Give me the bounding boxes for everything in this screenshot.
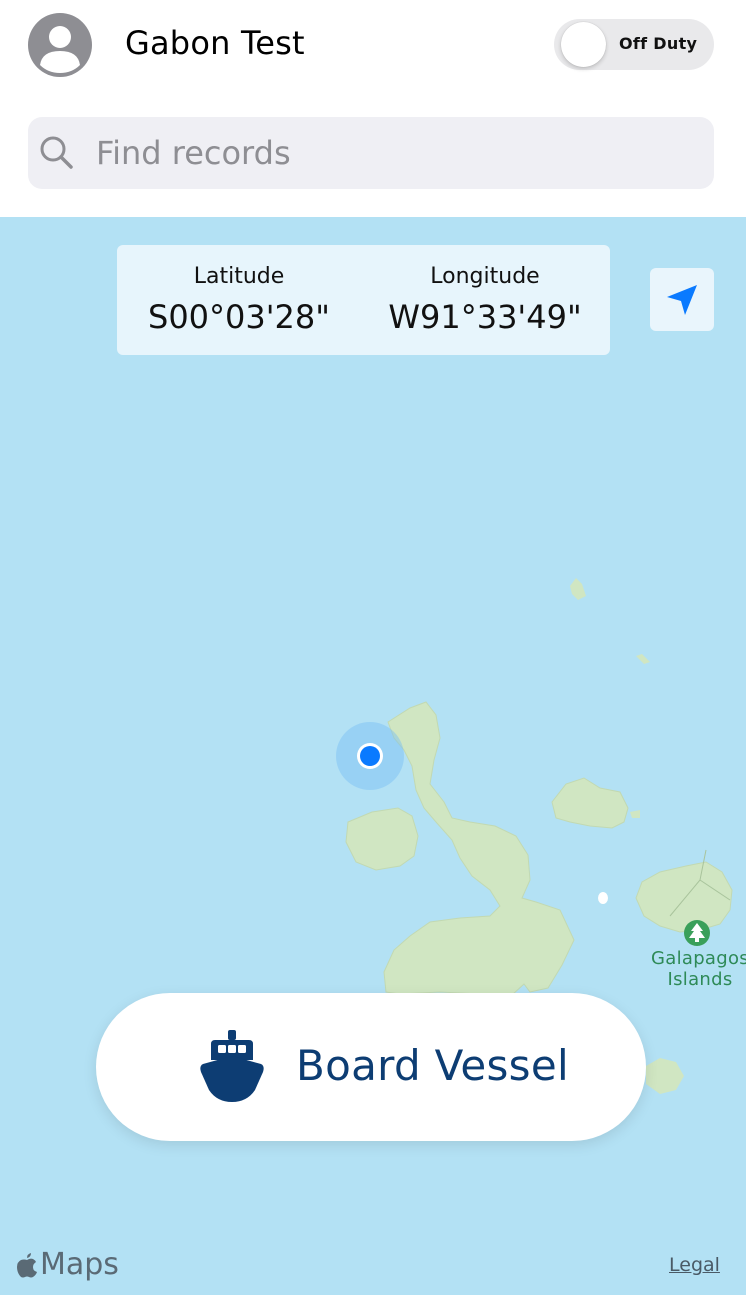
apple-logo-icon	[17, 1252, 37, 1277]
islet-white	[598, 892, 608, 904]
ship-icon	[200, 1030, 264, 1102]
header: Gabon Test Off Duty	[0, 0, 746, 217]
legal-link[interactable]: Legal	[669, 1254, 720, 1276]
board-vessel-button[interactable]: Board Vessel	[96, 993, 646, 1141]
latitude-label: Latitude	[193, 264, 285, 289]
user-location-dot	[360, 746, 380, 766]
avatar-silhouette	[40, 26, 80, 73]
maps-attribution-text: Maps	[40, 1246, 119, 1282]
islet-north-1	[570, 578, 586, 600]
search-input[interactable]	[96, 126, 696, 180]
maps-attribution: Maps	[16, 1246, 119, 1282]
longitude-value: W91°33'49"	[388, 298, 582, 336]
duty-toggle[interactable]: Off Duty	[554, 19, 714, 70]
location-arrow-icon	[667, 284, 697, 315]
islet-santiago	[630, 810, 640, 818]
duty-toggle-knob[interactable]	[561, 22, 606, 67]
locate-me-button[interactable]	[650, 268, 714, 331]
latitude-value: S00°03'28"	[148, 298, 330, 336]
longitude-label: Longitude	[430, 264, 540, 289]
park-label[interactable]: Galapagos Islands	[640, 948, 746, 990]
magnifier-icon	[40, 136, 73, 169]
island-santiago	[551, 777, 629, 829]
user-name: Gabon Test	[125, 24, 305, 62]
island-santa-cruz	[635, 861, 733, 933]
app-root: Galapagos Islands Latitude S00°03'28" Lo…	[0, 0, 746, 1295]
island-south-east	[646, 1058, 684, 1094]
islet-north-2	[636, 654, 650, 664]
duty-toggle-label: Off Duty	[619, 34, 698, 53]
board-vessel-label: Board Vessel	[296, 1041, 569, 1090]
person-circle-icon[interactable]	[28, 13, 92, 77]
park-label-line2: Islands	[667, 969, 733, 990]
island-fernandina	[345, 807, 419, 871]
park-label-line1: Galapagos	[651, 948, 746, 969]
